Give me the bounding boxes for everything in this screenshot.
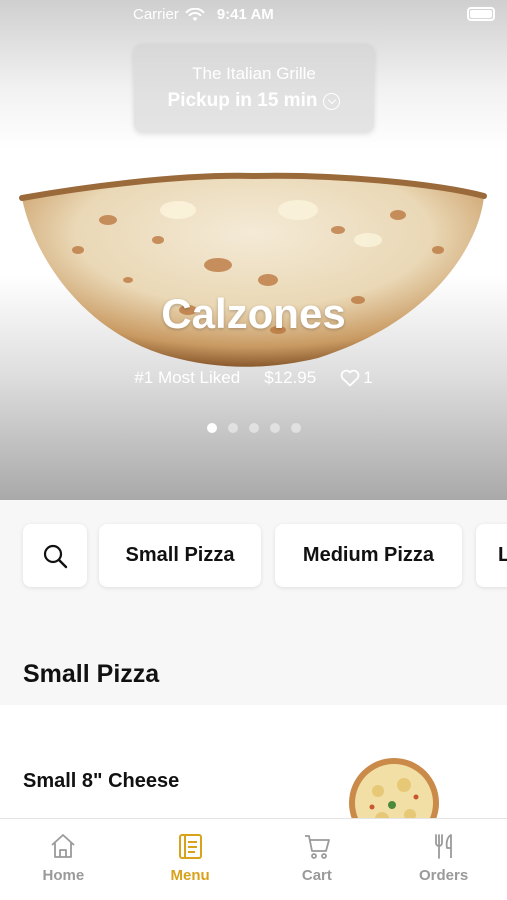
- tab-orders[interactable]: Orders: [380, 819, 507, 900]
- tab-cart[interactable]: Cart: [254, 819, 381, 900]
- tab-menu[interactable]: Menu: [127, 819, 254, 900]
- category-chip-medium-pizza[interactable]: Medium Pizza: [275, 524, 462, 587]
- tab-label: Menu: [170, 867, 210, 884]
- pickup-selector[interactable]: The Italian Grille Pickup in 15 min: [134, 44, 374, 132]
- category-bar[interactable]: Small Pizza Medium Pizza L: [0, 500, 507, 610]
- menu-icon: [179, 834, 203, 859]
- calzone-image: [19, 172, 487, 367]
- search-button[interactable]: [23, 524, 87, 587]
- section-heading: Small Pizza: [23, 660, 160, 688]
- tab-home[interactable]: Home: [0, 819, 127, 900]
- chevron-down-circle-icon: [323, 92, 341, 110]
- pickup-time-row: Pickup in 15 min: [134, 90, 374, 112]
- wifi-icon: [185, 7, 205, 21]
- cart-icon: [304, 835, 330, 859]
- featured-hero[interactable]: Carrier 9:41 AM The Italian Grille Picku…: [0, 0, 507, 500]
- featured-price: $12.95: [264, 368, 317, 387]
- category-chip-large-pizza[interactable]: L: [476, 524, 507, 587]
- status-bar: Carrier 9:41 AM: [0, 0, 507, 30]
- category-chip-small-pizza[interactable]: Small Pizza: [99, 524, 261, 587]
- carousel-dot[interactable]: [269, 423, 280, 433]
- featured-meta: #1 Most Liked $12.95 1: [0, 368, 507, 388]
- like-count: 1: [363, 368, 373, 387]
- menu-list: Small 8" Cheese: [0, 705, 507, 820]
- featured-title: Calzones: [161, 290, 346, 337]
- pickup-time-label: Pickup in 15 min: [167, 90, 318, 111]
- tab-label: Home: [42, 867, 85, 884]
- carousel-dot[interactable]: [290, 423, 301, 433]
- status-left: Carrier 9:41 AM: [133, 6, 274, 23]
- carousel-dots: [0, 423, 507, 433]
- featured-badge: #1 Most Liked: [134, 368, 241, 387]
- menu-item-name: Small 8" Cheese: [23, 770, 180, 792]
- carousel-dot[interactable]: [206, 423, 217, 433]
- battery-icon: [467, 7, 495, 21]
- tab-label: Cart: [301, 867, 332, 884]
- like-button[interactable]: 1: [340, 368, 373, 388]
- tab-bar: Home Menu Cart Orders: [0, 818, 507, 900]
- fork-knife-icon: [434, 834, 452, 859]
- status-time: 9:41 AM: [216, 6, 274, 23]
- pizza-image: [349, 758, 439, 820]
- restaurant-name: The Italian Grille: [192, 64, 316, 83]
- carousel-dot[interactable]: [248, 423, 259, 433]
- carousel-dot[interactable]: [227, 423, 238, 433]
- heart-icon: [340, 369, 360, 387]
- tab-label: Orders: [419, 867, 469, 884]
- search-icon: [43, 544, 68, 568]
- carrier-label: Carrier: [133, 6, 179, 23]
- home-icon: [51, 834, 75, 858]
